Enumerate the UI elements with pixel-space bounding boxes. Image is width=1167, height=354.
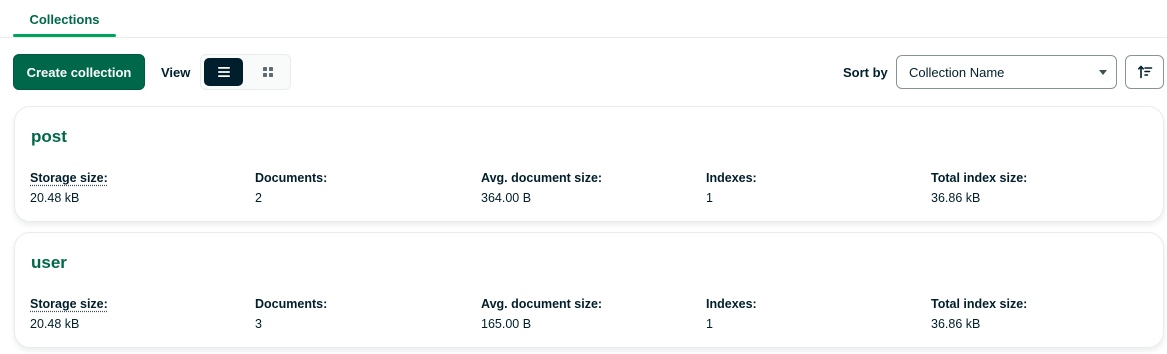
collection-name[interactable]: post xyxy=(31,127,67,147)
create-collection-button[interactable]: Create collection xyxy=(13,54,145,90)
stat-documents: Documents: 3 xyxy=(255,297,327,332)
stat-label: Avg. document size: xyxy=(481,297,603,311)
grid-view-button[interactable] xyxy=(248,58,287,86)
stat-avg-document-size: Avg. document size: 165.00 B xyxy=(481,297,602,332)
active-tab-indicator xyxy=(13,34,116,37)
grid-icon xyxy=(262,67,273,77)
stat-value: 20.48 kB xyxy=(30,191,80,205)
list-icon xyxy=(217,67,230,77)
stat-label[interactable]: Storage size: xyxy=(30,297,108,312)
toolbar: Create collection View Sort by Collectio… xyxy=(0,54,1167,90)
stat-indexes: Indexes: 1 xyxy=(706,297,757,332)
sort-select-value: Collection Name xyxy=(909,64,1005,80)
stat-label[interactable]: Storage size: xyxy=(30,171,108,186)
stat-value: 364.00 B xyxy=(481,191,532,205)
caret-down-icon xyxy=(1099,70,1107,75)
stat-value: 36.86 kB xyxy=(931,317,981,331)
stat-value: 1 xyxy=(706,317,713,331)
sort-select[interactable]: Collection Name xyxy=(896,55,1117,89)
list-view-button[interactable] xyxy=(204,58,243,86)
stat-value: 36.86 kB xyxy=(931,191,981,205)
stat-label: Indexes: xyxy=(706,171,757,185)
view-toggle xyxy=(200,54,291,90)
collection-name[interactable]: user xyxy=(31,253,67,273)
stat-label: Documents: xyxy=(255,297,328,311)
stat-label: Documents: xyxy=(255,171,328,185)
tab-collections[interactable]: Collections xyxy=(13,0,116,38)
stat-value: 2 xyxy=(255,191,262,205)
sort-by-label: Sort by xyxy=(843,64,888,80)
collection-card-user[interactable]: user Storage size: 20.48 kB Documents: 3… xyxy=(14,232,1164,348)
stat-value: 1 xyxy=(706,191,713,205)
sort-ascending-icon xyxy=(1137,65,1152,79)
stat-storage-size: Storage size: 20.48 kB xyxy=(30,297,108,332)
tab-bar: Collections xyxy=(0,0,1167,38)
collection-card-post[interactable]: post Storage size: 20.48 kB Documents: 2… xyxy=(14,106,1164,222)
stat-avg-document-size: Avg. document size: 364.00 B xyxy=(481,171,602,206)
stat-total-index-size: Total index size: 36.86 kB xyxy=(931,297,1027,332)
stat-label: Total index size: xyxy=(931,297,1028,311)
stat-indexes: Indexes: 1 xyxy=(706,171,757,206)
stat-value: 20.48 kB xyxy=(30,317,80,331)
stat-documents: Documents: 2 xyxy=(255,171,327,206)
stat-total-index-size: Total index size: 36.86 kB xyxy=(931,171,1027,206)
view-label: View xyxy=(161,64,191,80)
sort-direction-button[interactable] xyxy=(1125,55,1164,89)
stat-value: 3 xyxy=(255,317,262,331)
stat-label: Avg. document size: xyxy=(481,171,603,185)
stat-label: Indexes: xyxy=(706,297,757,311)
stat-label: Total index size: xyxy=(931,171,1028,185)
stat-value: 165.00 B xyxy=(481,317,532,331)
stat-storage-size: Storage size: 20.48 kB xyxy=(30,171,108,206)
